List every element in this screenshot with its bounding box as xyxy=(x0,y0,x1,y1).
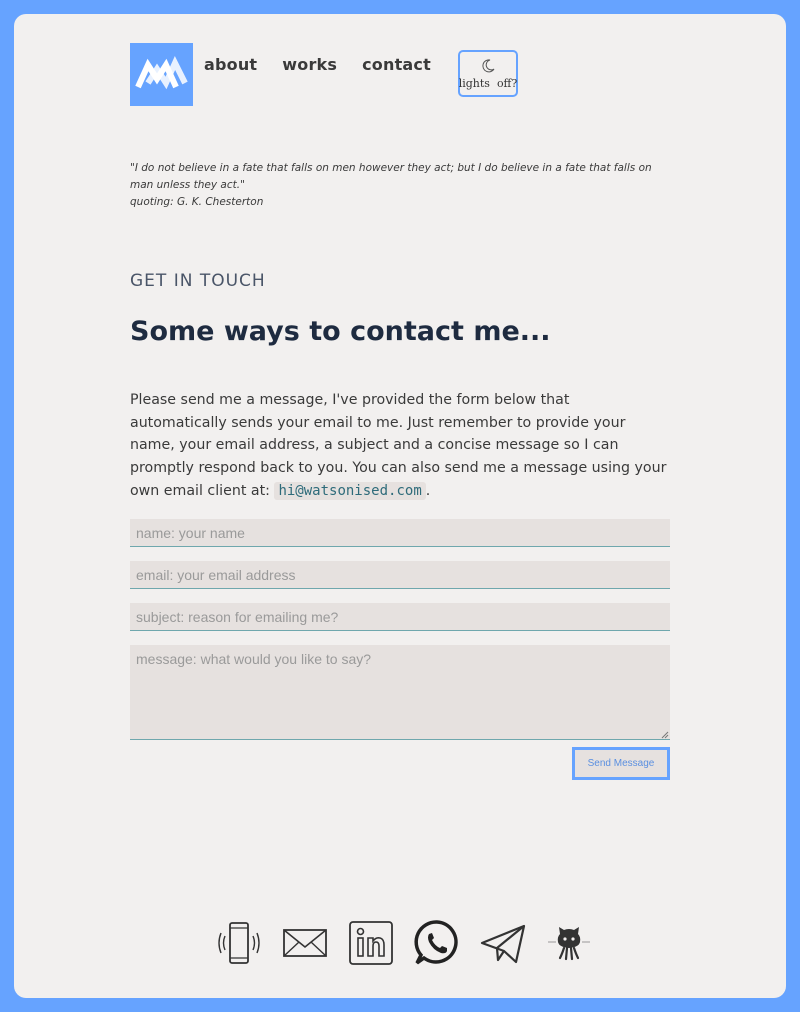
resize-handle-icon[interactable] xyxy=(661,731,669,739)
moon-icon xyxy=(482,58,495,72)
telegram-icon[interactable] xyxy=(478,918,528,968)
whatsapp-icon[interactable] xyxy=(412,918,462,968)
subject-input[interactable] xyxy=(130,603,670,631)
intro-period: . xyxy=(425,482,431,499)
email-address[interactable]: hi@watsonised.com xyxy=(274,481,426,500)
quote-text: "I do not believe in a fate that falls o… xyxy=(130,162,652,191)
logo-icon xyxy=(135,56,188,90)
main-nav: about works contact xyxy=(204,55,431,74)
lights-toggle-button[interactable]: lights off? xyxy=(458,50,518,97)
lights-toggle-label: lights off? xyxy=(458,76,518,90)
intro-paragraph: Please send me a message, I've provided … xyxy=(130,389,670,503)
social-links xyxy=(214,918,594,968)
site-logo[interactable] xyxy=(130,43,193,106)
email-input[interactable] xyxy=(130,561,670,589)
quote-block: "I do not believe in a fate that falls o… xyxy=(130,160,670,211)
name-input[interactable] xyxy=(130,519,670,547)
section-eyebrow: GET IN TOUCH xyxy=(130,271,266,291)
phone-icon[interactable] xyxy=(214,918,264,968)
nav-works[interactable]: works xyxy=(282,55,337,74)
linkedin-icon[interactable] xyxy=(346,918,396,968)
mail-icon[interactable] xyxy=(280,918,330,968)
message-textarea[interactable] xyxy=(130,645,670,740)
nav-contact[interactable]: contact xyxy=(362,55,431,74)
quote-attribution: quoting: G. K. Chesterton xyxy=(130,196,264,208)
send-message-button[interactable]: Send Message xyxy=(572,747,670,780)
page-title: Some ways to contact me... xyxy=(130,316,551,347)
github-icon[interactable] xyxy=(544,918,594,968)
page-card: about works contact lights off? "I do no… xyxy=(14,14,786,998)
nav-about[interactable]: about xyxy=(204,55,257,74)
